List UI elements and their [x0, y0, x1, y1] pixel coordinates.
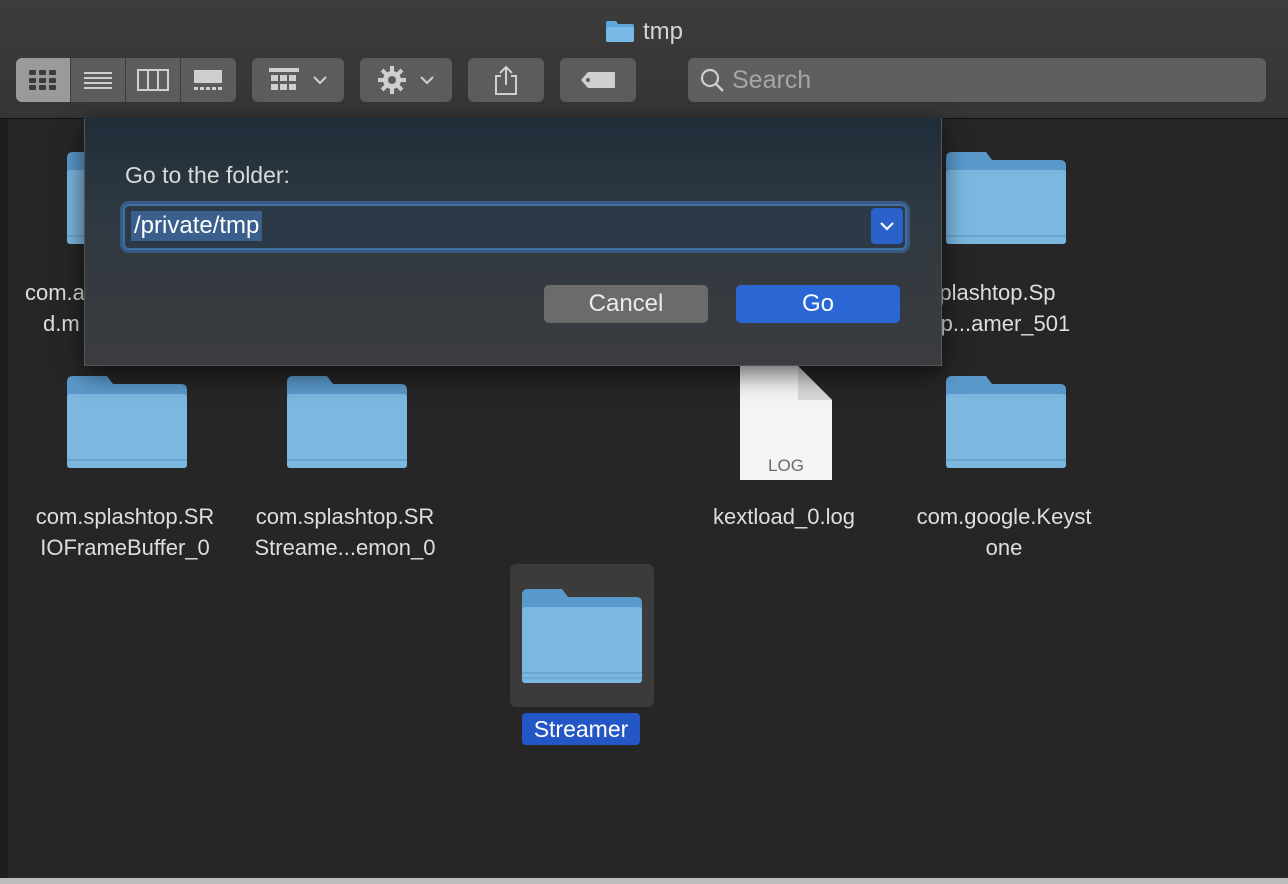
item-name-line1: kextload_0.log [713, 504, 855, 529]
list-item[interactable]: kextload_0.log [674, 501, 894, 532]
view-mode-segmented-control [16, 58, 236, 102]
title-bar: tmp Search [0, 0, 1288, 119]
sidebar-edge [0, 119, 8, 878]
log-file-icon[interactable]: LOG [740, 366, 832, 480]
cancel-button[interactable]: Cancel [544, 285, 708, 323]
column-view-button[interactable] [126, 58, 181, 102]
list-item[interactable]: n.splashtop.Sp ntop...amer_501 [910, 277, 1130, 339]
item-name-line2: IOFrameBuffer_0 [40, 535, 210, 560]
folder-path-input[interactable]: /private/tmp [131, 211, 263, 241]
folder-icon[interactable] [67, 376, 187, 473]
list-item[interactable]: com.splashtop.SR Streame...emon_0 [235, 501, 455, 563]
share-button[interactable] [468, 58, 544, 102]
dialog-prompt: Go to the folder: [125, 162, 290, 188]
chevron-down-icon [880, 221, 894, 231]
gallery-view-button[interactable] [181, 58, 235, 102]
list-view-icon [84, 72, 112, 89]
item-name-line2: one [985, 535, 1023, 560]
tags-button[interactable] [560, 58, 636, 102]
item-name-line1: n.splashtop.Sp [910, 280, 1056, 305]
item-name-line1: com.google.Keyst [916, 504, 1092, 529]
go-button[interactable]: Go [736, 285, 900, 323]
folder-path-combobox[interactable]: /private/tmp [123, 204, 907, 250]
icon-view-icon [29, 70, 56, 90]
action-menu-button[interactable] [360, 58, 452, 102]
folder-icon[interactable] [287, 376, 407, 473]
search-icon [700, 68, 724, 92]
path-history-dropdown-button[interactable] [871, 208, 903, 244]
search-placeholder: Search [732, 65, 812, 94]
window-title: tmp [0, 17, 1288, 47]
folder-icon[interactable] [522, 589, 642, 688]
background-window-edge [0, 878, 1288, 884]
item-name-line2: Streame...emon_0 [254, 535, 436, 560]
go-to-folder-dialog: Go to the folder: /private/tmp Cancel Go [84, 118, 942, 366]
grid-group-icon [269, 68, 299, 90]
list-item[interactable]: com.google.Keyst one [894, 501, 1114, 563]
item-name-line1: com.splashtop.SR [35, 504, 215, 529]
selected-item-name[interactable]: Streamer [522, 713, 640, 745]
tag-icon [581, 72, 615, 88]
folder-icon[interactable] [946, 152, 1066, 249]
folder-icon[interactable] [946, 376, 1066, 473]
item-name-line1: com.splashtop.SR [255, 504, 435, 529]
column-view-icon [137, 69, 169, 91]
gallery-view-icon [194, 70, 222, 90]
share-icon [495, 65, 517, 95]
group-by-button[interactable] [252, 58, 344, 102]
gear-icon [378, 66, 406, 94]
window-title-text: tmp [642, 18, 683, 45]
item-name-line2: ntop...amer_501 [910, 311, 1071, 336]
chevron-down-icon [420, 75, 434, 84]
log-badge: LOG [768, 456, 804, 475]
list-item[interactable]: com.splashtop.SR IOFrameBuffer_0 [15, 501, 235, 563]
chevron-down-icon [313, 75, 327, 84]
search-field[interactable]: Search [688, 58, 1266, 102]
list-view-button[interactable] [71, 58, 126, 102]
folder-icon [605, 19, 635, 51]
icon-view-button[interactable] [16, 58, 71, 102]
finder-window: tmp Search com.a d.m n.splashtop.Sp ntop… [0, 0, 1288, 879]
